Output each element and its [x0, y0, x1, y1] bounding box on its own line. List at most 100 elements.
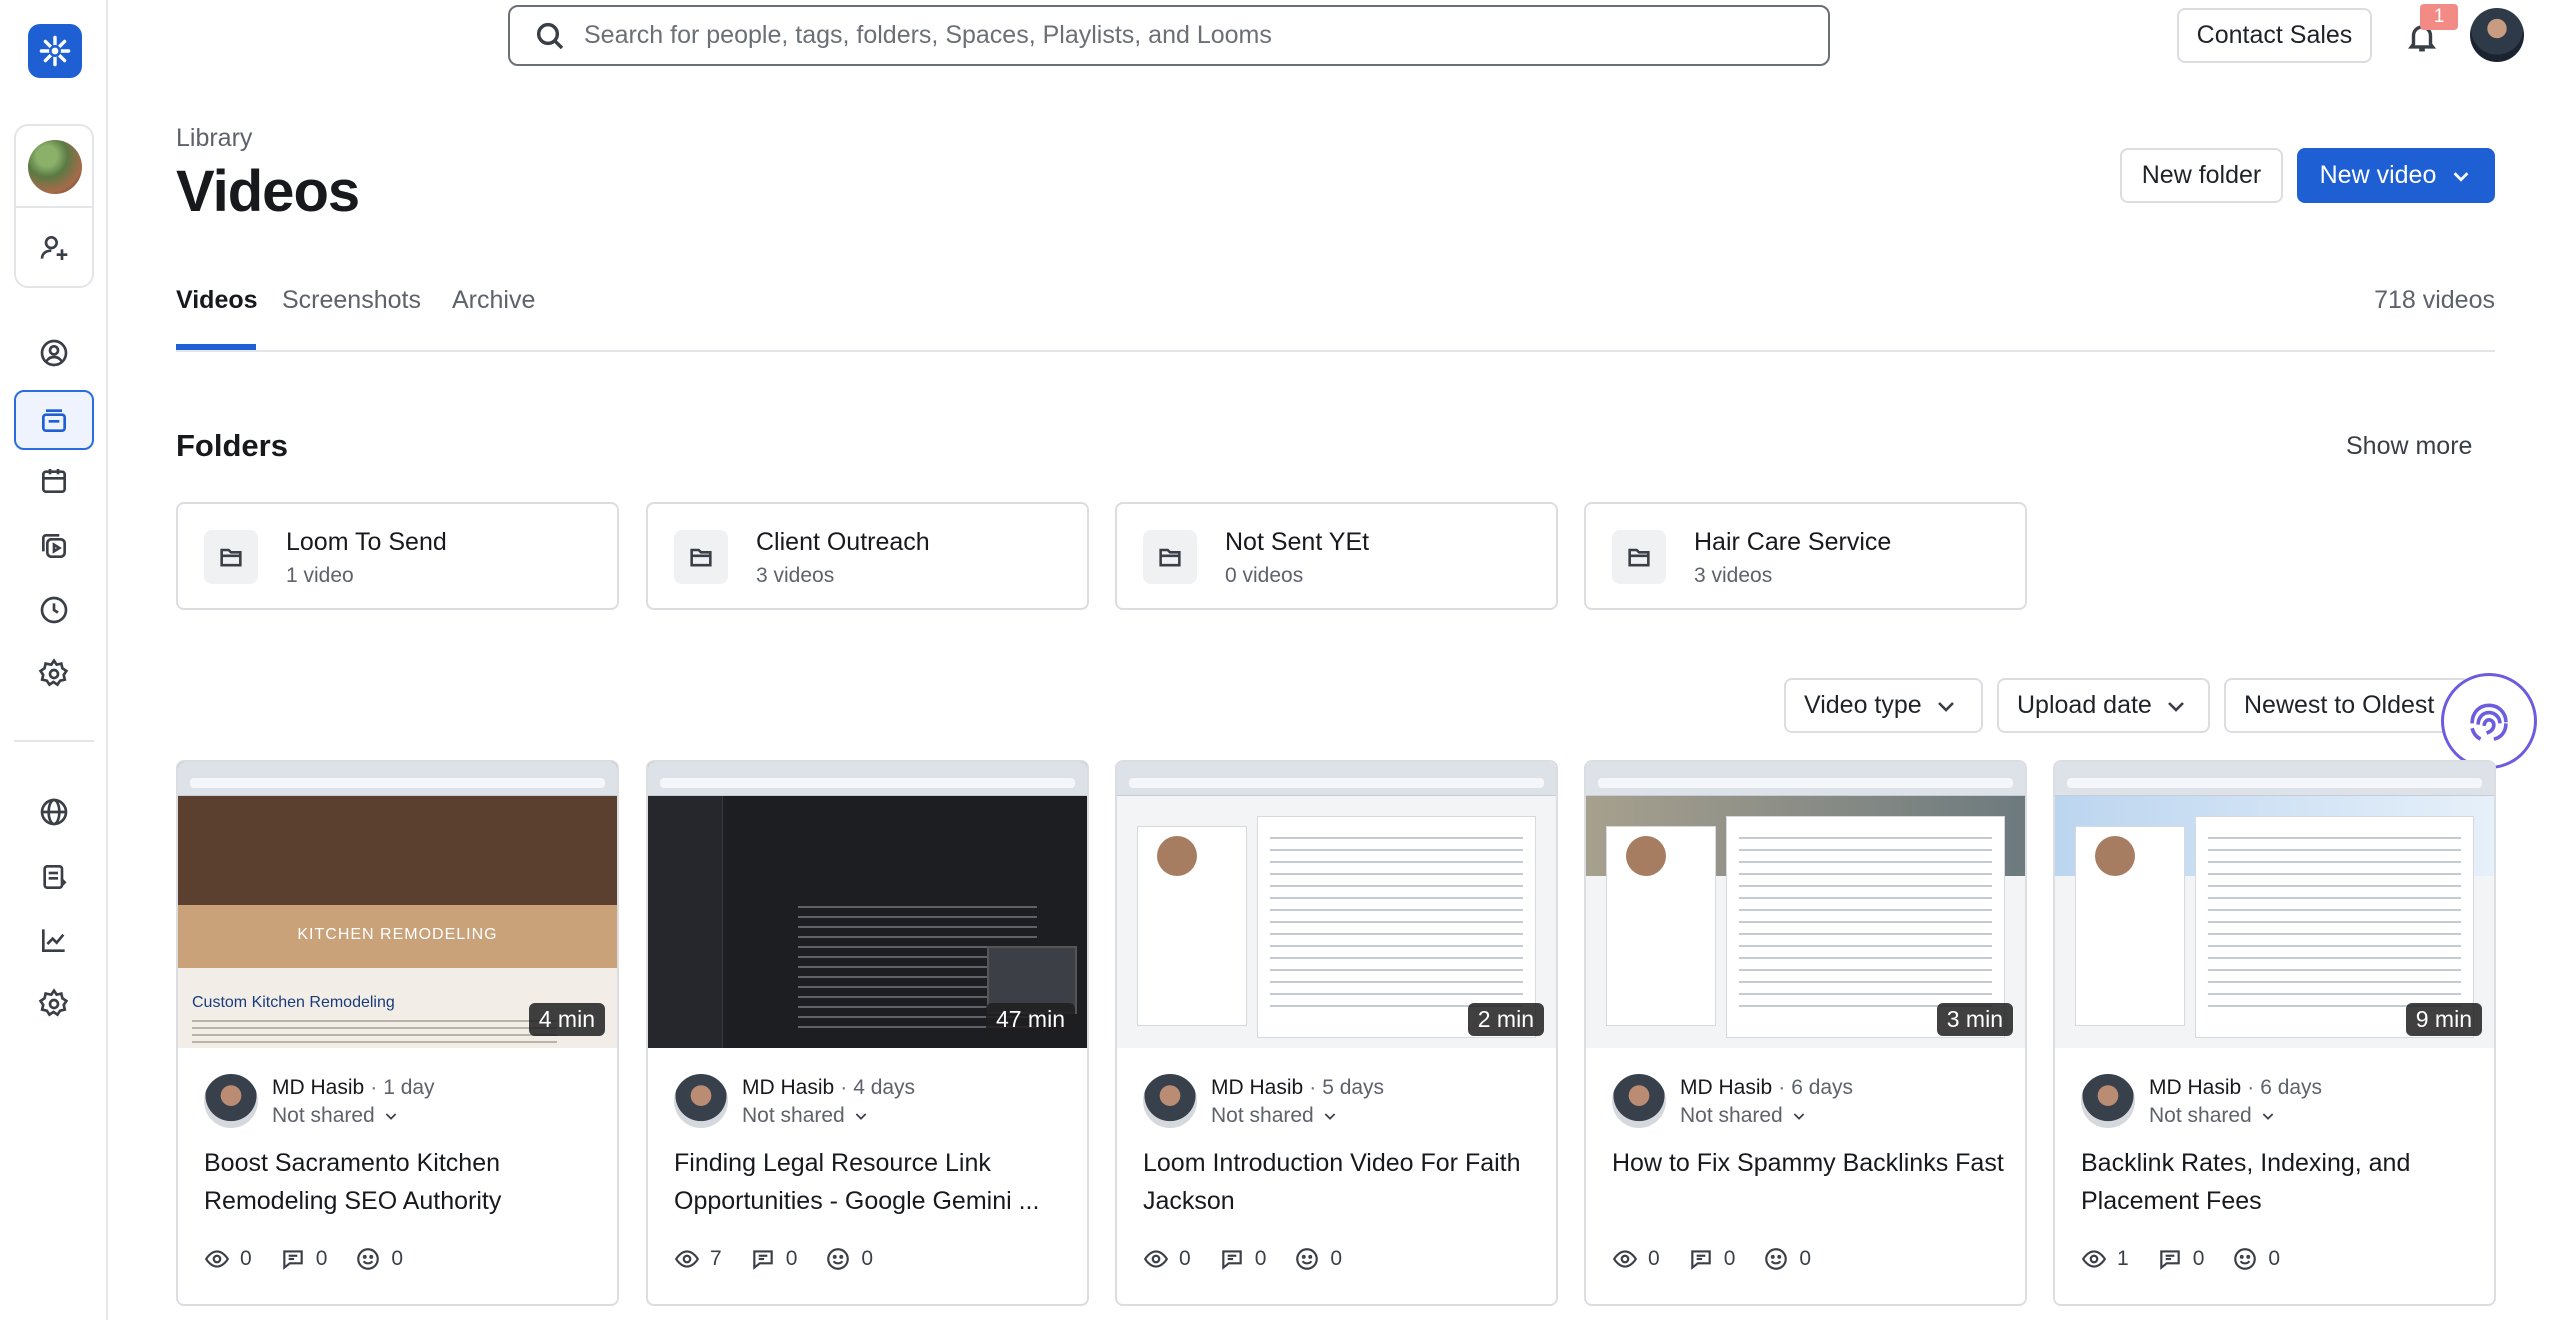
- reactions-stat: 0: [2232, 1246, 2280, 1272]
- share-status: Not shared: [1680, 1104, 1783, 1127]
- comment-icon: [1690, 1250, 1711, 1270]
- chevron-down-icon: [1937, 701, 1954, 712]
- video-type-label: Video type: [1804, 691, 1922, 719]
- sort-order-label: Newest to Oldest: [2244, 691, 2435, 719]
- eye-icon: [204, 1250, 230, 1268]
- tab-screenshots[interactable]: Screenshots: [282, 286, 421, 315]
- video-stats: 0 0 0: [204, 1246, 403, 1272]
- views-count: 1: [2117, 1247, 2129, 1270]
- duration-badge: 2 min: [1467, 1003, 1544, 1036]
- comment-icon: [752, 1250, 773, 1270]
- author-line: MD Hasib · 6 days: [1680, 1076, 1854, 1099]
- author-line: MD Hasib · 6 days: [2149, 1076, 2323, 1099]
- admin-settings-icon[interactable]: [26, 976, 82, 1032]
- video-stats: 0 0 0: [1143, 1246, 1342, 1272]
- author-line: MD Hasib · 4 days: [742, 1076, 916, 1099]
- share-status-dropdown[interactable]: Not shared: [1680, 1104, 1807, 1128]
- author-name: MD Hasib: [1680, 1076, 1773, 1099]
- reactions-count: 0: [1330, 1247, 1343, 1270]
- author-line: MD Hasib · 5 days: [1211, 1076, 1385, 1099]
- tab-archive[interactable]: Archive: [452, 286, 535, 315]
- add-member-icon[interactable]: [26, 220, 82, 276]
- breadcrumb[interactable]: Library: [176, 124, 252, 153]
- reactions-stat: 0: [1763, 1246, 1811, 1272]
- chevron-down-icon: [1793, 1113, 1805, 1120]
- document-icon[interactable]: [26, 849, 82, 905]
- video-card[interactable]: KITCHEN REMODELING Custom Kitchen Remode…: [176, 760, 619, 1306]
- new-folder-button[interactable]: New folder: [2120, 148, 2283, 203]
- reactions-count: 0: [2268, 1247, 2281, 1270]
- chevron-down-icon: [1324, 1113, 1336, 1120]
- video-thumbnail[interactable]: 2 min: [1117, 762, 1556, 1048]
- spaces-icon[interactable]: [26, 518, 82, 574]
- search-bar[interactable]: [508, 5, 1830, 66]
- settings-icon[interactable]: [26, 646, 82, 702]
- share-status-dropdown[interactable]: Not shared: [742, 1104, 869, 1128]
- video-thumbnail[interactable]: 9 min: [2055, 762, 2494, 1048]
- loom-logo-icon[interactable]: [28, 24, 82, 78]
- folder-name: Loom To Send: [286, 528, 447, 556]
- folder-card[interactable]: Client Outreach 3 videos: [646, 502, 1089, 610]
- ai-assistant-icon[interactable]: [2441, 673, 2537, 769]
- share-status-dropdown[interactable]: Not shared: [272, 1104, 399, 1128]
- new-video-button[interactable]: New video: [2297, 148, 2495, 203]
- comments-stat: 0: [2157, 1246, 2204, 1272]
- comment-icon: [1221, 1250, 1242, 1270]
- folder-card[interactable]: Hair Care Service 3 videos: [1584, 502, 2027, 610]
- new-video-label: New video: [2319, 161, 2437, 189]
- search-input[interactable]: [584, 21, 1784, 50]
- video-age: 6 days: [1791, 1076, 1854, 1099]
- upload-date-filter[interactable]: Upload date: [1997, 678, 2210, 733]
- thumbnail-profile-photo: [2095, 836, 2135, 876]
- video-title[interactable]: Backlink Rates, Indexing, and Placement …: [2081, 1144, 2474, 1220]
- folder-count: 0 videos: [1225, 564, 1304, 587]
- share-status-dropdown[interactable]: Not shared: [1211, 1104, 1338, 1128]
- video-meta: MD Hasib · 6 days Not shared: [2081, 1072, 2474, 1132]
- author-line: MD Hasib · 1 day: [272, 1076, 435, 1099]
- video-card[interactable]: 47 min MD Hasib · 4 days Not shared Findin…: [646, 760, 1089, 1306]
- video-card[interactable]: 2 min MD Hasib · 5 days Not shared Loom In…: [1115, 760, 1558, 1306]
- video-card[interactable]: 3 min MD Hasib · 6 days Not shared How to …: [1584, 760, 2027, 1306]
- workspace-box-divider: [16, 206, 92, 208]
- reactions-count: 0: [391, 1247, 404, 1270]
- workspace-avatar[interactable]: [28, 140, 82, 194]
- video-thumbnail[interactable]: KITCHEN REMODELING Custom Kitchen Remode…: [178, 762, 617, 1048]
- views-stat: 0: [1143, 1246, 1191, 1272]
- show-more-link[interactable]: Show more: [2346, 432, 2472, 461]
- tab-videos[interactable]: Videos: [176, 286, 258, 315]
- contact-sales-button[interactable]: Contact Sales: [2177, 8, 2372, 63]
- calendar-icon[interactable]: [26, 453, 82, 509]
- reactions-stat: 0: [825, 1246, 873, 1272]
- video-card[interactable]: 9 min MD Hasib · 6 days Not shared Backlin…: [2053, 760, 2496, 1306]
- user-avatar[interactable]: [2470, 8, 2524, 62]
- reactions-count: 0: [1799, 1247, 1812, 1270]
- browser-chrome: [178, 762, 617, 796]
- video-title[interactable]: How to Fix Spammy Backlinks Fast: [1612, 1144, 2005, 1220]
- author-avatar: [674, 1074, 728, 1128]
- comments-stat: 0: [750, 1246, 798, 1272]
- globe-icon[interactable]: [26, 784, 82, 840]
- video-thumbnail[interactable]: 47 min: [648, 762, 1087, 1048]
- video-age: 6 days: [2260, 1076, 2323, 1099]
- sort-order-filter[interactable]: Newest to Oldest: [2224, 678, 2470, 733]
- share-status-dropdown[interactable]: Not shared: [2149, 1104, 2276, 1128]
- video-title[interactable]: Boost Sacramento Kitchen Remodeling SEO …: [204, 1144, 597, 1220]
- comments-count: 0: [785, 1247, 798, 1270]
- video-age: 4 days: [853, 1076, 916, 1099]
- history-icon[interactable]: [26, 582, 82, 638]
- video-title[interactable]: Loom Introduction Video For Faith Jackso…: [1143, 1144, 1536, 1220]
- library-icon[interactable]: [14, 390, 94, 450]
- profile-icon[interactable]: [26, 325, 82, 381]
- folder-card[interactable]: Not Sent YEt 0 videos: [1115, 502, 1558, 610]
- video-type-filter[interactable]: Video type: [1784, 678, 1983, 733]
- emoji-icon: [357, 1248, 380, 1270]
- video-thumbnail[interactable]: 3 min: [1586, 762, 2025, 1048]
- analytics-icon[interactable]: [26, 912, 82, 968]
- folder-count: 3 videos: [756, 564, 835, 587]
- share-status: Not shared: [272, 1104, 375, 1127]
- folder-card[interactable]: Loom To Send 1 video: [176, 502, 619, 610]
- rail-divider: [14, 740, 94, 742]
- video-title[interactable]: Finding Legal Resource Link Opportunitie…: [674, 1144, 1067, 1220]
- author-name: MD Hasib: [742, 1076, 835, 1099]
- video-stats: 0 0 0: [1612, 1246, 1811, 1272]
